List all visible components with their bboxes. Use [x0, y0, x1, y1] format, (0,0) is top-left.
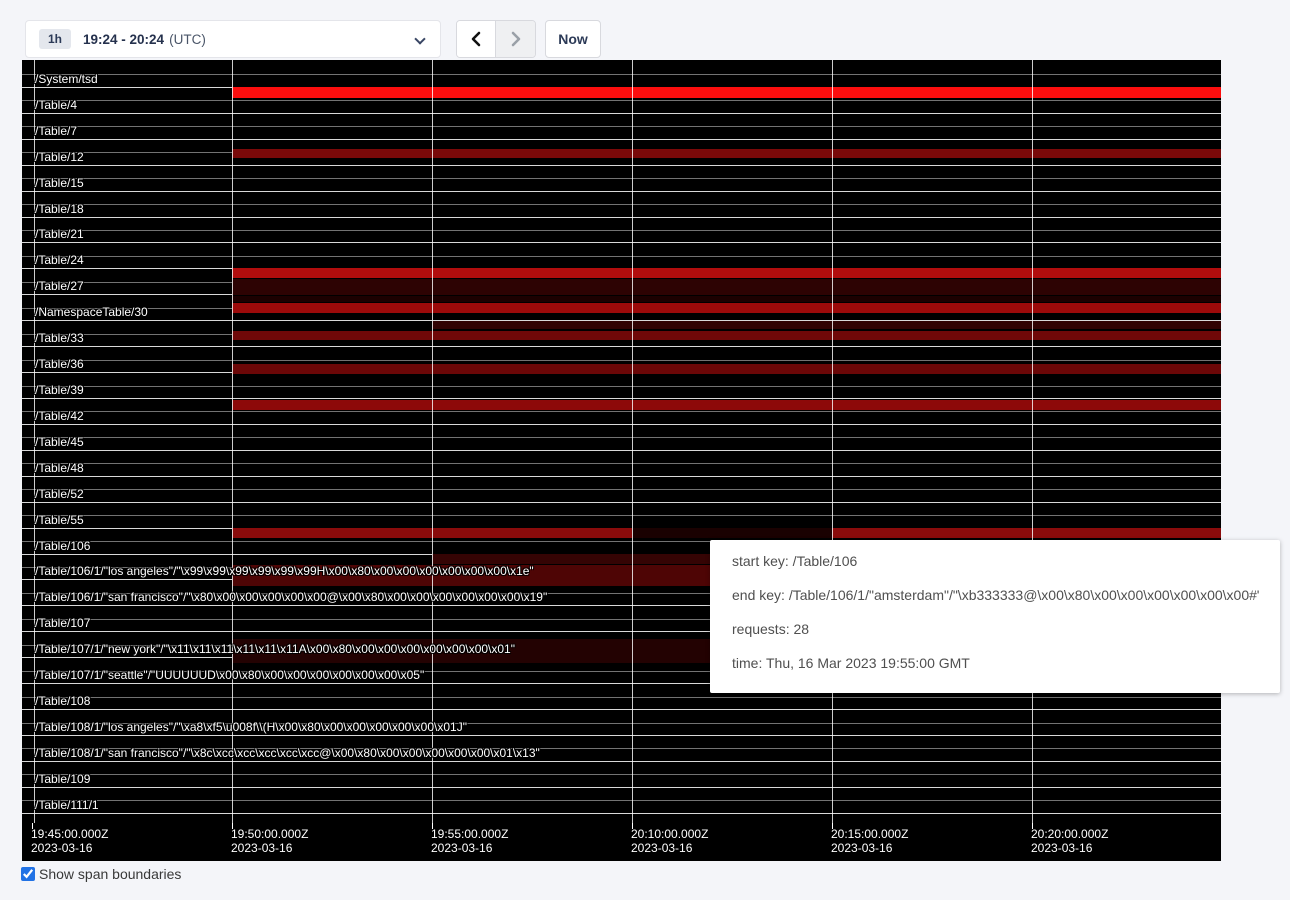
- time-nav-group: [456, 20, 536, 58]
- span-key-label: /Table/106: [35, 539, 90, 553]
- heat-band[interactable]: [232, 149, 1221, 158]
- span-key-label: /Table/111/1: [35, 798, 99, 812]
- axis-tick-label: 20:15:00.000Z2023-03-16: [831, 827, 908, 855]
- tooltip-line: requests: 28: [732, 622, 1260, 637]
- span-key-label: /Table/55: [35, 513, 84, 527]
- span-row[interactable]: /Table/7: [22, 114, 1221, 140]
- span-key-label: /Table/24: [35, 253, 84, 267]
- time-gridline: [632, 60, 633, 823]
- span-boundaries-control: Show span boundaries: [21, 866, 181, 882]
- axis-tick-label: 19:50:00.000Z2023-03-16: [231, 827, 308, 855]
- span-key-label: /Table/12: [35, 150, 84, 164]
- toolbar: 1h 19:24 - 20:24 (UTC) Now: [0, 0, 1290, 60]
- span-key-label: /Table/107: [35, 616, 90, 630]
- span-key-label: /System/tsd: [35, 72, 98, 86]
- span-row[interactable]: /Table/55: [22, 503, 1221, 529]
- heat-band[interactable]: [232, 400, 1221, 410]
- span-key-label: /Table/48: [35, 461, 84, 475]
- next-interval-button[interactable]: [496, 21, 535, 57]
- span-key-label: /Table/21: [35, 227, 84, 241]
- span-row[interactable]: /Table/39: [22, 373, 1221, 399]
- span-row[interactable]: /Table/108/1/"san francisco"/"\x8c\xcc\x…: [22, 736, 1221, 762]
- span-row[interactable]: /Table/21: [22, 218, 1221, 244]
- span-row[interactable]: /System/tsd: [22, 62, 1221, 88]
- show-span-boundaries-label: Show span boundaries: [39, 866, 181, 882]
- span-key-label: /Table/106/1/"los angeles"/"\x99\x99\x99…: [35, 564, 534, 578]
- span-rows: /System/tsd/Table/4/Table/7/Table/12/Tab…: [22, 62, 1221, 814]
- heat-band[interactable]: [832, 528, 1221, 538]
- span-key-label: /Table/108: [35, 694, 90, 708]
- chevron-right-icon: [509, 31, 523, 47]
- tooltip-line: time: Thu, 16 Mar 2023 19:55:00 GMT: [732, 656, 1260, 671]
- span-row[interactable]: /Table/18: [22, 192, 1221, 218]
- cell-tooltip: start key: /Table/106 end key: /Table/106…: [710, 540, 1280, 693]
- axis-tick-label: 20:20:00.000Z2023-03-16: [1031, 827, 1108, 855]
- span-key-label: /Table/7: [35, 124, 77, 138]
- time-gridline: [1032, 60, 1033, 823]
- time-gridline: [232, 60, 233, 823]
- axis-tick-label: 19:55:00.000Z2023-03-16: [431, 827, 508, 855]
- heat-band[interactable]: [232, 364, 1221, 374]
- heat-band[interactable]: [232, 268, 1221, 278]
- heat-band[interactable]: [232, 303, 1221, 313]
- span-key-label: /Table/42: [35, 409, 84, 423]
- axis-tick-label: 20:10:00.000Z2023-03-16: [631, 827, 708, 855]
- time-gridline: [832, 60, 833, 823]
- prev-interval-button[interactable]: [457, 21, 496, 57]
- time-range-selector[interactable]: 1h 19:24 - 20:24 (UTC): [25, 20, 441, 58]
- heat-band[interactable]: [632, 528, 832, 538]
- key-visualizer-heatmap[interactable]: /System/tsd/Table/4/Table/7/Table/12/Tab…: [22, 60, 1221, 861]
- span-row[interactable]: /Table/48: [22, 451, 1221, 477]
- span-key-label: /Table/33: [35, 331, 84, 345]
- chevron-down-icon: [414, 33, 425, 44]
- span-key-label: /Table/18: [35, 202, 84, 216]
- span-key-label: /Table/109: [35, 772, 90, 786]
- heat-band[interactable]: [432, 321, 1221, 329]
- range-timezone: (UTC): [169, 32, 206, 47]
- tooltip-line: end key: /Table/106/1/"amsterdam"/"\xb33…: [732, 588, 1260, 603]
- span-row[interactable]: /Table/109: [22, 762, 1221, 788]
- range-text: 19:24 - 20:24: [83, 32, 164, 47]
- span-row[interactable]: /Table/15: [22, 166, 1221, 192]
- span-key-label: /NamespaceTable/30: [35, 305, 148, 319]
- span-key-label: /Table/36: [35, 357, 84, 371]
- span-key-label: /Table/27: [35, 279, 84, 293]
- heat-band[interactable]: [232, 87, 1221, 98]
- span-key-label: /Table/4: [35, 98, 77, 112]
- time-gridline: [432, 60, 433, 823]
- span-row[interactable]: /Table/52: [22, 477, 1221, 503]
- span-key-label: /Table/52: [35, 487, 84, 501]
- span-row[interactable]: /Table/24: [22, 243, 1221, 269]
- chevron-left-icon: [469, 31, 483, 47]
- span-row[interactable]: /Table/111/1: [22, 788, 1221, 814]
- axis-tick-label: 19:45:00.000Z2023-03-16: [31, 827, 108, 855]
- span-key-label: /Table/106/1/"san francisco"/"\x80\x00\x…: [35, 590, 547, 604]
- range-duration-badge: 1h: [39, 29, 71, 49]
- heat-band[interactable]: [232, 279, 1221, 295]
- now-button[interactable]: Now: [545, 20, 601, 58]
- span-key-label: /Table/107/1/"new york"/"\x11\x11\x11\x1…: [35, 642, 515, 656]
- span-key-label: /Table/15: [35, 176, 84, 190]
- span-key-label: /Table/108/1/"san francisco"/"\x8c\xcc\x…: [35, 746, 540, 760]
- span-key-label: /Table/107/1/"seattle"/"UUUUUUD\x00\x80\…: [35, 668, 424, 682]
- heat-band[interactable]: [232, 331, 1221, 340]
- time-axis: 19:45:00.000Z2023-03-16 19:50:00.000Z2023…: [22, 823, 1221, 861]
- span-key-label: /Table/39: [35, 383, 84, 397]
- span-key-label: /Table/45: [35, 435, 84, 449]
- tooltip-line: start key: /Table/106: [732, 554, 1260, 569]
- span-row[interactable]: /Table/108/1/"los angeles"/"\xa8\xf5\u00…: [22, 710, 1221, 736]
- span-key-label: /Table/108/1/"los angeles"/"\xa8\xf5\u00…: [35, 720, 467, 734]
- heat-band[interactable]: [232, 296, 1221, 302]
- show-span-boundaries-checkbox[interactable]: [21, 867, 35, 881]
- span-row[interactable]: /Table/45: [22, 425, 1221, 451]
